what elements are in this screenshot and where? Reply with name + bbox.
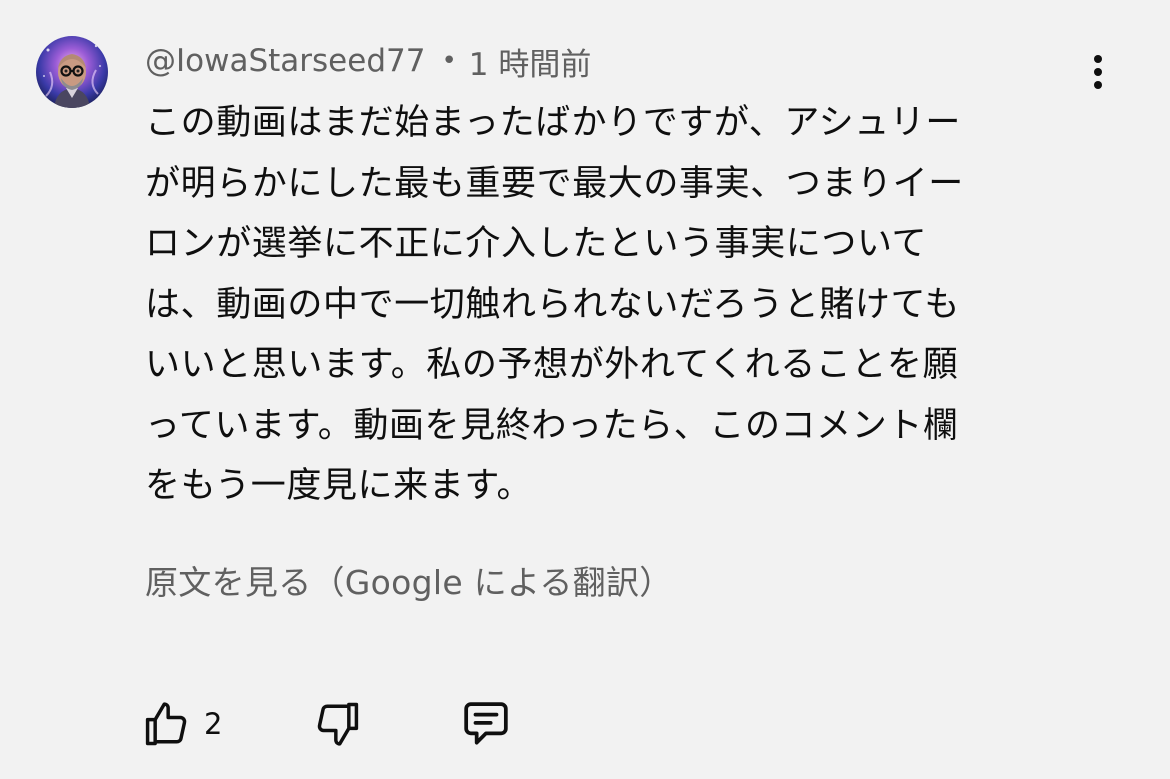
reply-button[interactable]	[458, 694, 514, 754]
comment-text-line: ロンが選挙に不正に介入したという事実について	[145, 224, 928, 264]
comment-timestamp[interactable]: 1 時間前	[469, 39, 592, 84]
more-vertical-icon-dot	[1094, 81, 1102, 89]
more-vertical-icon	[1094, 55, 1102, 63]
more-options-button[interactable]	[1080, 50, 1116, 94]
comment-text-line: っています。動画を見終わったら、このコメント欄	[145, 405, 959, 446]
comment-author[interactable]: @IowaStarseed77	[145, 43, 425, 79]
comment-text-line: いいと思います。私の予想が外れてくれることを願	[145, 345, 959, 385]
see-original-link[interactable]: 原文を見る（Google による翻訳）	[145, 552, 673, 608]
more-vertical-icon-dot	[1094, 68, 1102, 76]
comment-text-line: が明らかにした最も重要で最大の事実、つまりイー	[145, 163, 964, 204]
thumbs-down-icon	[317, 702, 359, 746]
comment-text-line: は、動画の中で一切触れられないだろうと賭けても	[145, 284, 960, 325]
like-count: 2	[204, 707, 223, 741]
avatar[interactable]	[36, 36, 108, 108]
like-button[interactable]: 2	[140, 694, 222, 754]
avatar-image	[36, 36, 108, 108]
reply-comment-icon	[464, 702, 508, 745]
comment-action-bar: 2	[140, 694, 560, 754]
thumbs-up-icon	[145, 702, 187, 746]
comment-text-line: をもう一度見に来ます。	[145, 466, 533, 506]
comment-header: @IowaStarseed77 • 1 時間前	[145, 38, 591, 84]
comment-text: この動画はまだ始まったばかりですが、アシュリー が明らかにした最も重要で最大の事…	[145, 93, 1065, 517]
comment-text-line: この動画はまだ始まったばかりですが、アシュリー	[145, 103, 962, 143]
dislike-button[interactable]	[312, 694, 364, 754]
header-separator: •	[441, 46, 457, 76]
